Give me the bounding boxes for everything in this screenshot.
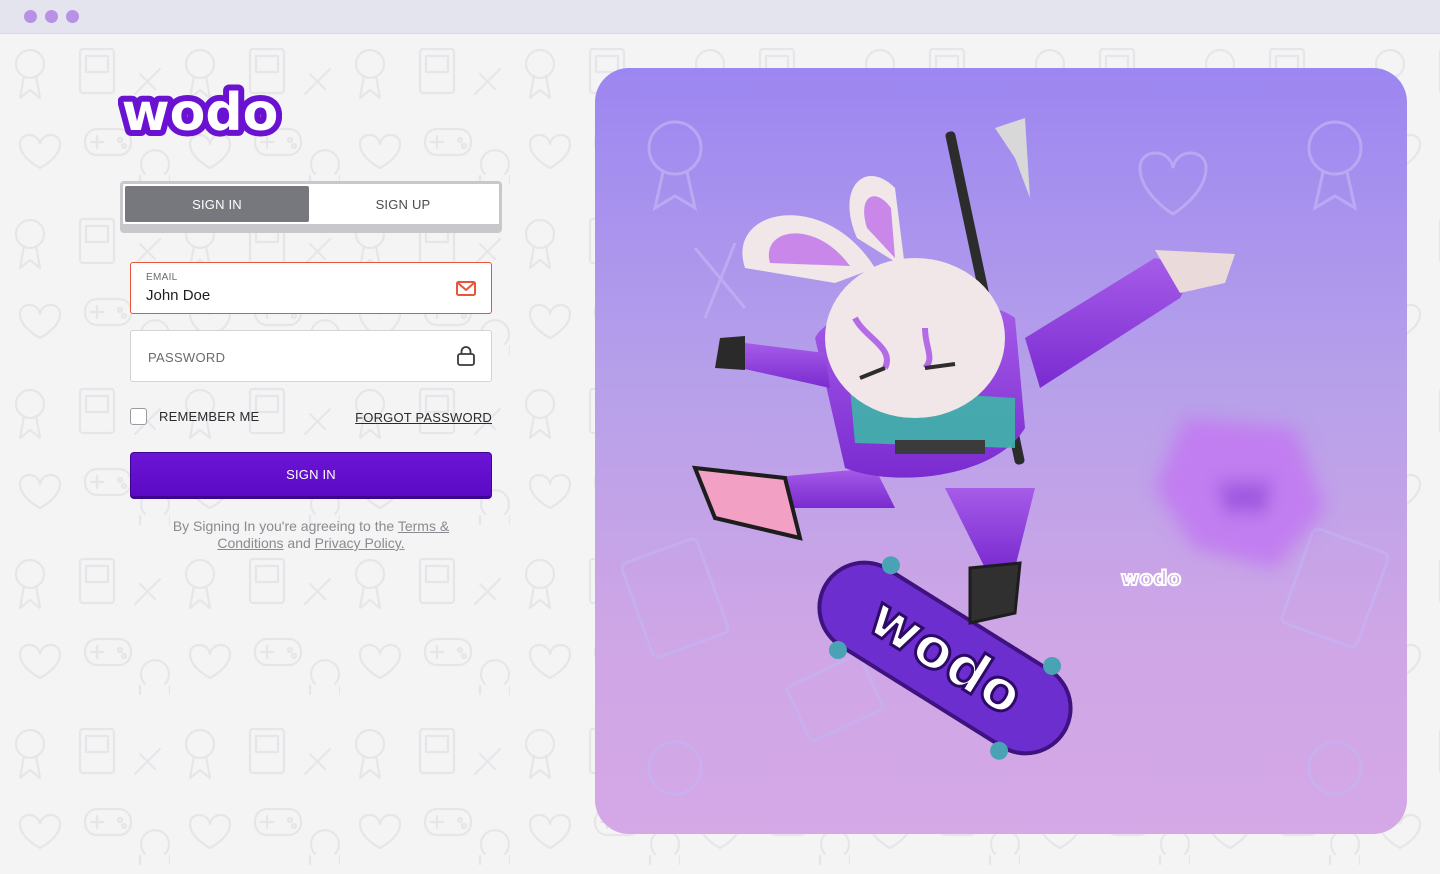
hero-illustration: w wodo wodo [595,68,1407,834]
password-input[interactable] [146,331,440,383]
remember-checkbox[interactable] [130,408,147,425]
wodo-logo[interactable]: wodo wodo [118,80,282,140]
left-glove [715,336,745,370]
rabbit-head [825,258,1005,418]
svg-text:wodo: wodo [122,83,279,140]
tab-sign-up[interactable]: SIGN UP [311,186,495,222]
window-dot-2[interactable] [45,10,58,23]
right-leg [945,488,1035,568]
lock-icon [457,346,475,366]
hero-small-logo: wodo [1121,566,1181,590]
remember-label: REMEMBER ME [159,409,260,424]
left-shoe [691,465,803,541]
sign-in-button[interactable]: SIGN IN [130,452,492,499]
right-arm [1025,258,1195,388]
email-value[interactable]: John Doe [146,287,210,304]
email-field[interactable]: EMAIL John Doe [130,262,492,314]
terms-middle: and [283,535,315,551]
sword-blade-cloth [995,118,1030,198]
privacy-link[interactable]: Privacy Policy. [315,535,405,551]
browser-titlebar [0,0,1440,34]
auth-tab-switcher: SIGN IN SIGN UP [120,181,502,233]
remember-me[interactable]: REMEMBER ME [130,408,259,425]
password-field[interactable] [130,330,492,383]
belt [895,440,985,454]
window-dot-3[interactable] [66,10,79,23]
blurred-coin: w [1155,418,1325,568]
tab-sign-in[interactable]: SIGN IN [125,186,309,222]
svg-text:w: w [1217,458,1272,528]
hero-artwork: w wodo wodo [620,118,1390,796]
terms-notice: By Signing In you're agreeing to the Ter… [150,518,472,552]
terms-prefix: By Signing In you're agreeing to the [172,518,398,534]
right-shoe [968,561,1022,625]
forgot-password-link[interactable]: FORGOT PASSWORD [355,410,492,425]
window-dot-1[interactable] [24,10,37,23]
skateboard: wodo [817,556,1073,760]
mail-icon [456,281,476,296]
left-arm [740,343,830,388]
email-label: EMAIL [146,272,178,283]
